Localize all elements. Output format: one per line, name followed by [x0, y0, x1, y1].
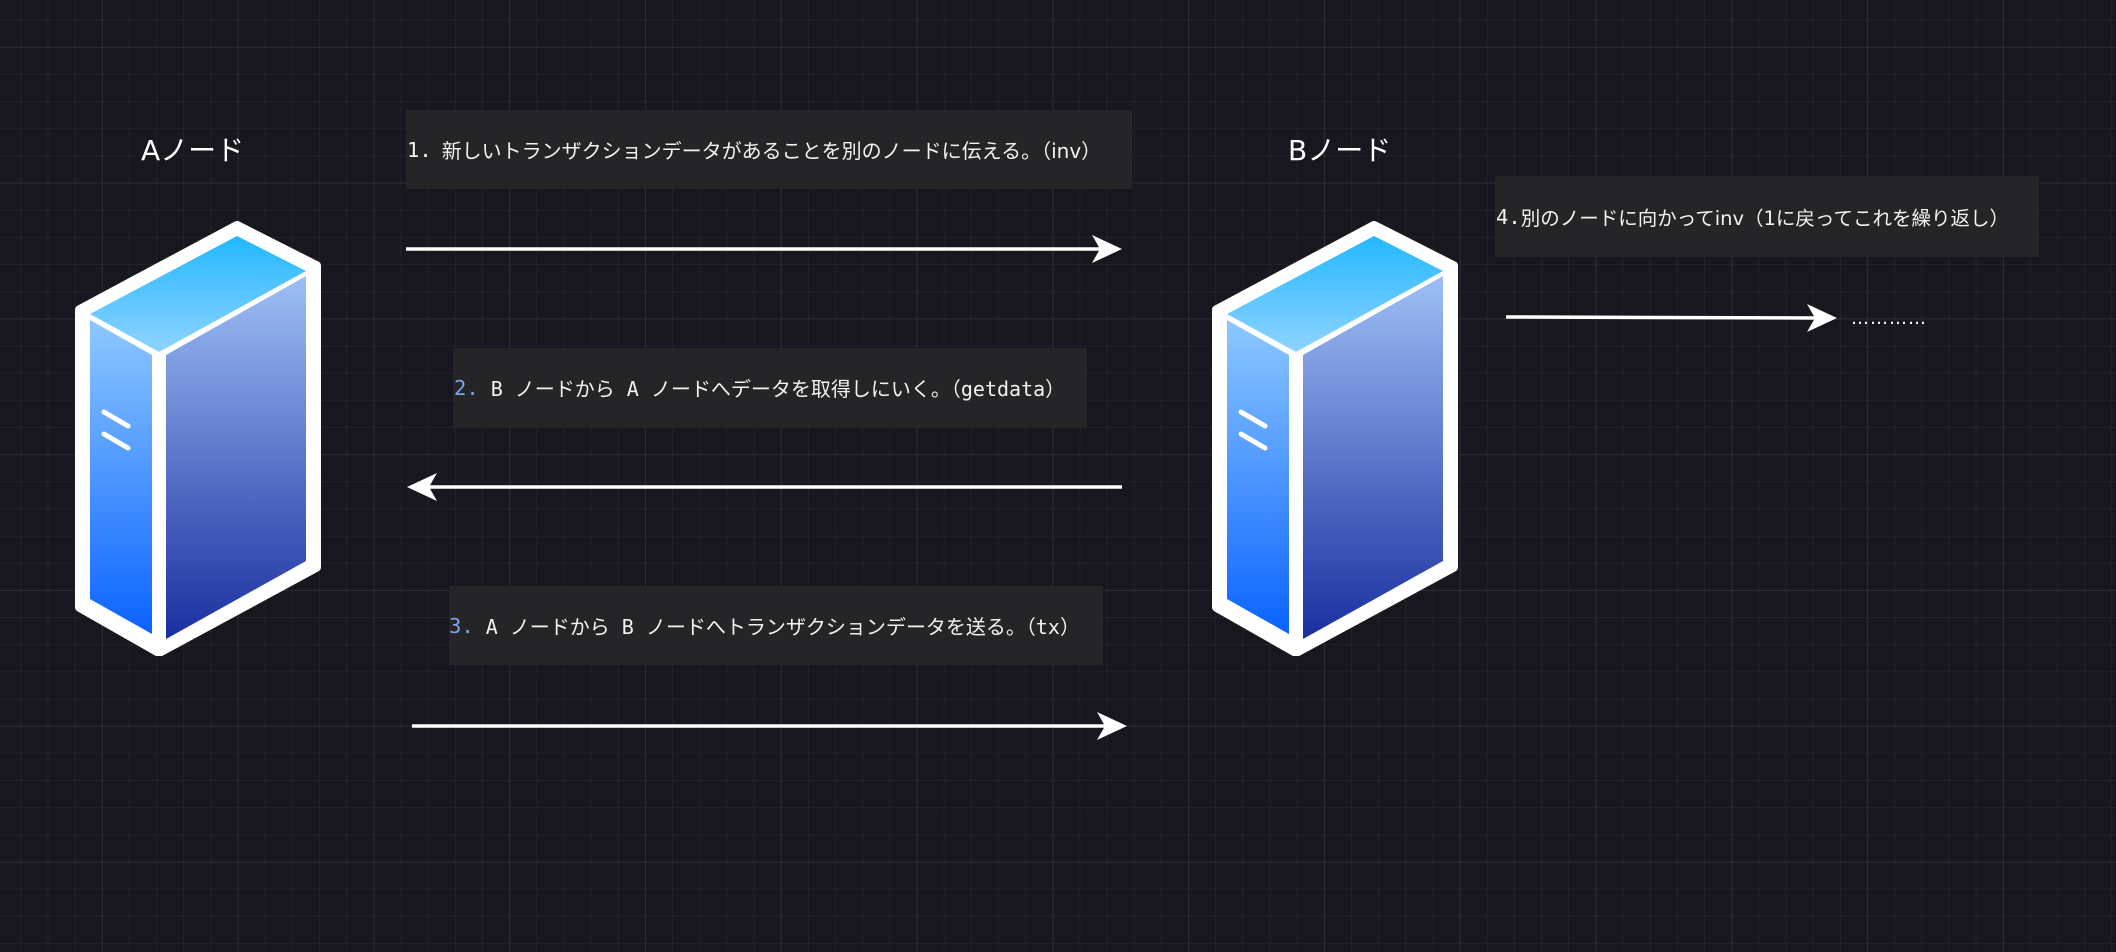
diagram-canvas: Aノード Bノード 1. 新しいトランザクションデータがあることを別のノードに伝… [0, 0, 2116, 952]
arrows-layer [406, 235, 1837, 740]
arrow-icon [407, 473, 1122, 501]
arrow-icon [406, 235, 1122, 263]
arrow-icon [1505, 304, 1837, 332]
arrow-icon [412, 712, 1127, 740]
